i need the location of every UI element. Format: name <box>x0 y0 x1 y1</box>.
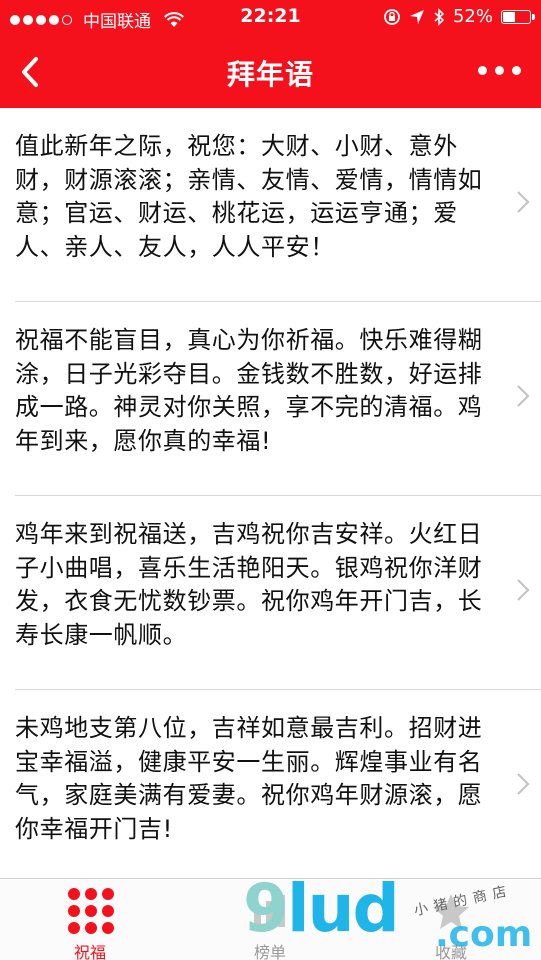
location-arrow-icon <box>409 9 424 24</box>
greeting-item[interactable]: 未鸡地支第八位，吉祥如意最吉利。招财进宝幸福溢，健康平安一生丽。辉煌事业有名气，… <box>15 690 541 884</box>
battery-fill <box>503 11 516 22</box>
tab-label: 收藏 <box>434 943 467 960</box>
chevron-right-icon <box>517 579 530 601</box>
chevron-right-icon <box>517 191 530 213</box>
grid-dots-icon <box>68 888 114 934</box>
tab-blessings[interactable]: 祝福 <box>0 879 180 960</box>
chart-icon <box>254 895 285 927</box>
greeting-text: 祝福不能盲目，真心为你祈福。快乐难得糊涂，日子光彩夺目。金钱数不胜数，好运排成一… <box>15 326 483 455</box>
page-title: 拜年语 <box>226 58 314 91</box>
more-button[interactable] <box>478 66 521 75</box>
more-dot <box>512 66 521 75</box>
greeting-item[interactable]: 值此新年之际，祝您：大财、小财、意外财，财源滚滚；亲情、友情、爱情，情情如意；官… <box>15 108 541 302</box>
tab-label: 榜单 <box>253 943 286 960</box>
tab-label: 祝福 <box>73 943 106 960</box>
greeting-item[interactable]: 鸡年来到祝福送，吉鸡祝你吉安祥。火红日子小曲唱，喜乐生活艳阳天。银鸡祝你洋财发，… <box>15 496 541 690</box>
nav-bar: 拜年语 <box>0 36 541 108</box>
more-dot <box>495 66 504 75</box>
greeting-item[interactable]: 祝福不能盲目，真心为你祈福。快乐难得糊涂，日子光彩夺目。金钱数不胜数，好运排成一… <box>15 302 541 496</box>
status-right: 52% <box>383 6 535 27</box>
app-screen: 中国联通 22:21 52% 拜年语 值此新年之际，祝您：大财、小财、意外财，财… <box>0 0 541 960</box>
tab-favorites[interactable]: 收藏 <box>361 879 541 960</box>
rotation-lock-icon <box>384 8 400 25</box>
tab-bar: 祝福 榜单 收藏 <box>0 878 541 960</box>
battery-icon <box>501 9 535 24</box>
greeting-text: 鸡年来到祝福送，吉鸡祝你吉安祥。火红日子小曲唱，喜乐生活艳阳天。银鸡祝你洋财发，… <box>15 520 483 649</box>
chevron-right-icon <box>517 773 530 795</box>
star-icon <box>433 894 469 929</box>
status-bar: 中国联通 22:21 52% <box>0 0 541 36</box>
chevron-right-icon <box>517 385 530 407</box>
greeting-text: 未鸡地支第八位，吉祥如意最吉利。招财进宝幸福溢，健康平安一生丽。辉煌事业有名气，… <box>15 714 483 843</box>
tab-rankings[interactable]: 榜单 <box>180 879 360 960</box>
bluetooth-icon <box>434 7 445 26</box>
battery-percent: 52% <box>452 6 493 27</box>
greeting-text: 值此新年之际，祝您：大财、小财、意外财，财源滚滚；亲情、友情、爱情，情情如意；官… <box>15 132 483 261</box>
greeting-list: 值此新年之际，祝您：大财、小财、意外财，财源滚滚；亲情、友情、爱情，情情如意；官… <box>0 108 541 884</box>
more-dot <box>478 66 487 75</box>
battery-tip <box>532 13 535 20</box>
